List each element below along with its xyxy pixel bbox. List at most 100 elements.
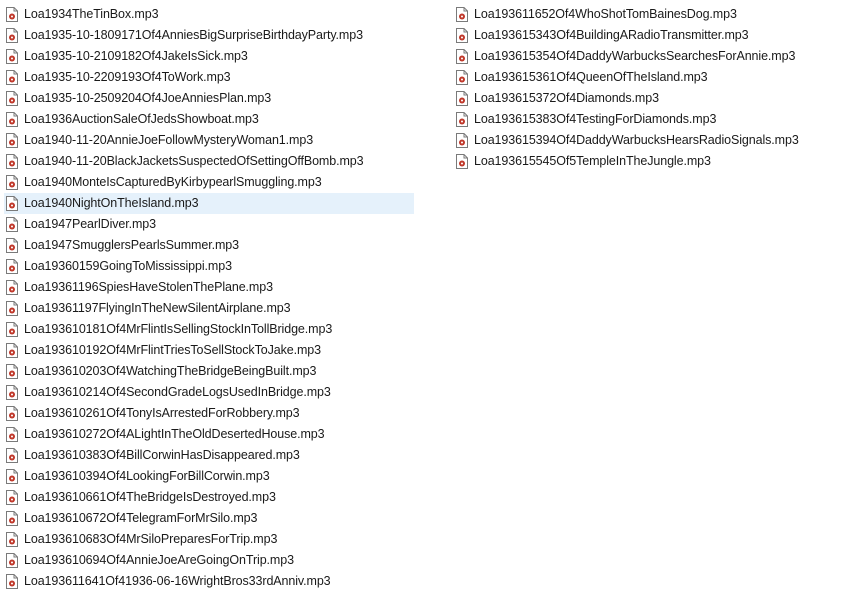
mp3-audio-file-icon [6,49,18,64]
file-item[interactable]: Loa1934TheTinBox.mp3 [4,4,414,25]
file-name-label: Loa1940-11-20AnnieJoeFollowMysteryWoman1… [24,133,314,147]
mp3-audio-file-icon [456,133,468,148]
file-name-label: Loa1940NightOnTheIsland.mp3 [24,196,199,210]
file-item[interactable]: Loa1940-11-20BlackJacketsSuspectedOfSett… [4,151,414,172]
file-item[interactable]: Loa193615361Of4QueenOfTheIsland.mp3 [454,67,854,88]
file-name-label: Loa19360159GoingToMississippi.mp3 [24,259,232,273]
mp3-audio-file-icon [456,70,468,85]
mp3-audio-file-icon [456,49,468,64]
mp3-audio-file-icon [6,301,18,316]
file-item[interactable]: Loa1935-10-2509204Of4JoeAnniesPlan.mp3 [4,88,414,109]
file-item[interactable]: Loa193610181Of4MrFlintIsSellingStockInTo… [4,319,414,340]
file-item[interactable]: Loa193615394Of4DaddyWarbucksHearsRadioSi… [454,130,854,151]
mp3-audio-file-icon [6,406,18,421]
file-name-label: Loa193615394Of4DaddyWarbucksHearsRadioSi… [474,133,799,147]
file-name-label: Loa193610203Of4WatchingTheBridgeBeingBui… [24,364,317,378]
file-name-label: Loa193610394Of4LookingForBillCorwin.mp3 [24,469,270,483]
mp3-audio-file-icon [6,469,18,484]
mp3-audio-file-icon [456,154,468,169]
file-list-view: Loa1934TheTinBox.mp3 Loa1935-10-1809171Of… [0,4,862,598]
file-item[interactable]: Loa193615343Of4BuildingARadioTransmitter… [454,25,854,46]
file-item[interactable]: Loa1936AuctionSaleOfJedsShowboat.mp3 [4,109,414,130]
file-item[interactable]: Loa1947PearlDiver.mp3 [4,214,414,235]
file-name-label: Loa193615545Of5TempleInTheJungle.mp3 [474,154,711,168]
file-item[interactable]: Loa193611641Of41936-06-16WrightBros33rdA… [4,571,414,592]
file-name-label: Loa193610661Of4TheBridgeIsDestroyed.mp3 [24,490,276,504]
file-name-label: Loa193610683Of4MrSiloPreparesForTrip.mp3 [24,532,278,546]
mp3-audio-file-icon [6,553,18,568]
file-name-label: Loa1934TheTinBox.mp3 [24,7,159,21]
file-name-label: Loa193610694Of4AnnieJoeAreGoingOnTrip.mp… [24,553,294,567]
file-item[interactable]: Loa19361196SpiesHaveStolenThePlane.mp3 [4,277,414,298]
mp3-audio-file-icon [6,7,18,22]
file-name-label: Loa1947SmugglersPearlsSummer.mp3 [24,238,239,252]
file-item[interactable]: Loa193610192Of4MrFlintTriesToSellStockTo… [4,340,414,361]
file-item[interactable]: Loa193610261Of4TonyIsArrestedForRobbery.… [4,403,414,424]
file-item[interactable]: Loa1935-10-2109182Of4JakeIsSick.mp3 [4,46,414,67]
file-item[interactable]: Loa193610383Of4BillCorwinHasDisappeared.… [4,445,414,466]
file-item[interactable]: Loa1947SmugglersPearlsSummer.mp3 [4,235,414,256]
mp3-audio-file-icon [6,322,18,337]
file-item[interactable]: Loa193615372Of4Diamonds.mp3 [454,88,854,109]
file-name-label: Loa193610383Of4BillCorwinHasDisappeared.… [24,448,300,462]
file-item[interactable]: Loa193610672Of4TelegramForMrSilo.mp3 [4,508,414,529]
mp3-audio-file-icon [456,28,468,43]
mp3-audio-file-icon [6,280,18,295]
file-name-label: Loa193610672Of4TelegramForMrSilo.mp3 [24,511,258,525]
file-name-label: Loa1935-10-2209193Of4ToWork.mp3 [24,70,231,84]
mp3-audio-file-icon [6,343,18,358]
mp3-audio-file-icon [6,427,18,442]
mp3-audio-file-icon [456,7,468,22]
file-name-label: Loa193610261Of4TonyIsArrestedForRobbery.… [24,406,300,420]
mp3-audio-file-icon [6,238,18,253]
file-item[interactable]: Loa1940-11-20AnnieJoeFollowMysteryWoman1… [4,130,414,151]
file-column-1: Loa1934TheTinBox.mp3 Loa1935-10-1809171Of… [4,4,414,592]
file-name-label: Loa193615383Of4TestingForDiamonds.mp3 [474,112,717,126]
mp3-audio-file-icon [456,112,468,127]
file-item[interactable]: Loa19361197FlyingInTheNewSilentAirplane.… [4,298,414,319]
file-name-label: Loa193611652Of4WhoShotTomBainesDog.mp3 [474,7,737,21]
mp3-audio-file-icon [6,511,18,526]
file-item[interactable]: Loa193615354Of4DaddyWarbucksSearchesForA… [454,46,854,67]
mp3-audio-file-icon [6,28,18,43]
file-item[interactable]: Loa193615545Of5TempleInTheJungle.mp3 [454,151,854,172]
file-name-label: Loa1935-10-1809171Of4AnniesBigSurpriseBi… [24,28,363,42]
file-item[interactable]: Loa193615383Of4TestingForDiamonds.mp3 [454,109,854,130]
file-item[interactable]: Loa193610694Of4AnnieJoeAreGoingOnTrip.mp… [4,550,414,571]
file-item[interactable]: Loa193610683Of4MrSiloPreparesForTrip.mp3 [4,529,414,550]
file-item[interactable]: Loa1940MonteIsCapturedByKirbypearlSmuggl… [4,172,414,193]
mp3-audio-file-icon [6,385,18,400]
file-name-label: Loa193615372Of4Diamonds.mp3 [474,91,659,105]
mp3-audio-file-icon [456,91,468,106]
mp3-audio-file-icon [6,175,18,190]
mp3-audio-file-icon [6,112,18,127]
mp3-audio-file-icon [6,196,18,211]
file-item[interactable]: Loa193610272Of4ALightInTheOldDesertedHou… [4,424,414,445]
file-name-label: Loa193610181Of4MrFlintIsSellingStockInTo… [24,322,333,336]
file-name-label: Loa193610192Of4MrFlintTriesToSellStockTo… [24,343,321,357]
file-item[interactable]: Loa193610203Of4WatchingTheBridgeBeingBui… [4,361,414,382]
file-item[interactable]: Loa193610214Of4SecondGradeLogsUsedInBrid… [4,382,414,403]
mp3-audio-file-icon [6,574,18,589]
file-item[interactable]: Loa1935-10-2209193Of4ToWork.mp3 [4,67,414,88]
mp3-audio-file-icon [6,154,18,169]
file-name-label: Loa1935-10-2509204Of4JoeAnniesPlan.mp3 [24,91,272,105]
mp3-audio-file-icon [6,259,18,274]
file-column-2: Loa193611652Of4WhoShotTomBainesDog.mp3 Lo… [454,4,854,172]
file-name-label: Loa193615361Of4QueenOfTheIsland.mp3 [474,70,708,84]
file-item[interactable]: Loa193610661Of4TheBridgeIsDestroyed.mp3 [4,487,414,508]
mp3-audio-file-icon [6,217,18,232]
file-name-label: Loa1947PearlDiver.mp3 [24,217,157,231]
mp3-audio-file-icon [6,70,18,85]
file-item[interactable]: Loa1935-10-1809171Of4AnniesBigSurpriseBi… [4,25,414,46]
file-item[interactable]: Loa193611652Of4WhoShotTomBainesDog.mp3 [454,4,854,25]
file-name-label: Loa19361196SpiesHaveStolenThePlane.mp3 [24,280,273,294]
mp3-audio-file-icon [6,364,18,379]
file-name-label: Loa19361197FlyingInTheNewSilentAirplane.… [24,301,291,315]
file-name-label: Loa193610214Of4SecondGradeLogsUsedInBrid… [24,385,331,399]
file-name-label: Loa1936AuctionSaleOfJedsShowboat.mp3 [24,112,259,126]
file-item[interactable]: Loa19360159GoingToMississippi.mp3 [4,256,414,277]
file-item[interactable]: Loa1940NightOnTheIsland.mp3 [4,193,414,214]
file-item[interactable]: Loa193610394Of4LookingForBillCorwin.mp3 [4,466,414,487]
file-name-label: Loa193615354Of4DaddyWarbucksSearchesForA… [474,49,796,63]
